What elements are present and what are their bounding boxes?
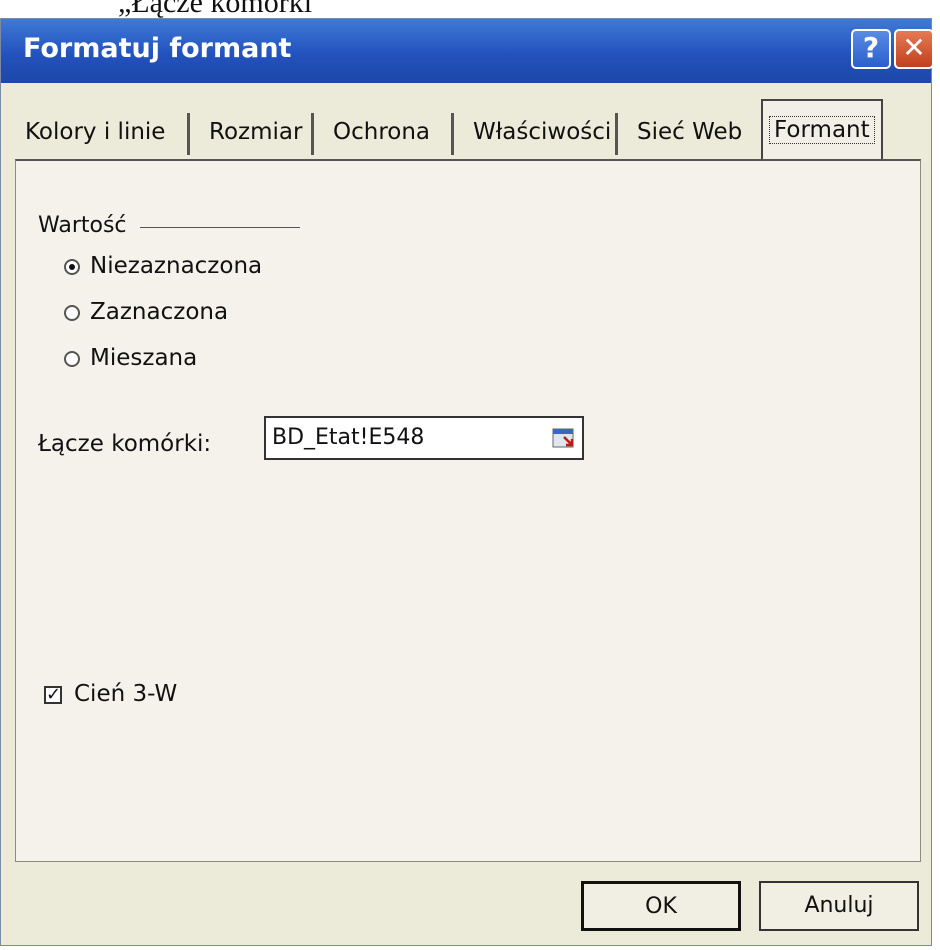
radio-unchecked[interactable]: Niezaznaczona <box>64 253 262 279</box>
tab-separator <box>451 113 454 155</box>
tab-control-label: Formant <box>769 116 875 144</box>
shadow-3d-checkbox[interactable]: ✓ <box>44 685 62 704</box>
tab-protection[interactable]: Ochrona <box>333 107 430 157</box>
shadow-3d-option[interactable]: ✓ Cień 3-W <box>44 681 177 707</box>
close-button[interactable]: ✕ <box>894 29 934 69</box>
radio-mixed[interactable]: Mieszana <box>64 345 197 371</box>
ok-button[interactable]: OK <box>581 881 741 931</box>
cell-link-field[interactable] <box>264 416 584 460</box>
tab-control[interactable]: Formant <box>761 99 883 159</box>
value-group-label: Wartość <box>38 213 127 238</box>
format-control-dialog: Formatuj formant ? ✕ Kolory i linie Rozm… <box>0 18 934 946</box>
radio-button-selected[interactable] <box>64 258 80 275</box>
radio-mixed-label: Mieszana <box>90 345 198 371</box>
help-button[interactable]: ? <box>851 29 891 69</box>
tab-web[interactable]: Sieć Web <box>637 107 742 157</box>
collapse-dialog-icon[interactable] <box>552 426 576 450</box>
cell-link-input[interactable] <box>270 424 534 451</box>
radio-checked-label: Zaznaczona <box>90 299 229 325</box>
radio-button[interactable] <box>64 304 80 321</box>
title-bar: Formatuj formant ? ✕ <box>1 19 934 83</box>
caption-above-dialog: „Łącze komórki <box>118 0 313 19</box>
cell-link-label: Łącze komórki: <box>38 431 212 457</box>
cancel-button[interactable]: Anuluj <box>759 881 919 931</box>
tab-separator <box>615 113 618 155</box>
shadow-3d-label: Cień 3-W <box>74 681 178 707</box>
control-tab-panel: Wartość Niezaznaczona Zaznaczona Mieszan… <box>15 159 921 862</box>
dialog-title: Formatuj formant <box>23 33 292 64</box>
tab-properties[interactable]: Właściwości <box>473 107 611 157</box>
radio-button[interactable] <box>64 350 80 367</box>
tab-size[interactable]: Rozmiar <box>209 107 302 157</box>
radio-checked[interactable]: Zaznaczona <box>64 299 228 325</box>
radio-unchecked-label: Niezaznaczona <box>90 253 263 279</box>
tab-separator <box>311 113 314 155</box>
tab-colors-lines[interactable]: Kolory i linie <box>25 107 165 157</box>
group-divider <box>140 227 300 228</box>
tab-separator <box>187 113 190 155</box>
